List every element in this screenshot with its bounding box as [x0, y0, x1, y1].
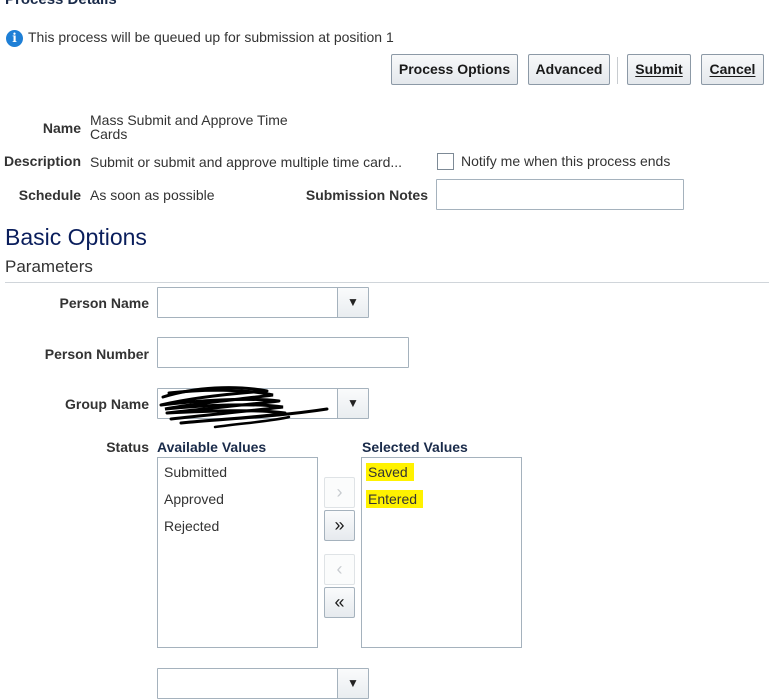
- list-item-rejected[interactable]: Rejected: [164, 518, 219, 534]
- description-value: Submit or submit and approve multiple ti…: [90, 154, 403, 170]
- next-parameter-combobox[interactable]: ▼: [157, 668, 369, 699]
- cancel-button[interactable]: Cancel: [701, 54, 764, 85]
- list-item-approved[interactable]: Approved: [164, 491, 224, 507]
- info-icon: i: [6, 30, 23, 47]
- list-item-entered[interactable]: Entered: [366, 490, 424, 508]
- chevron-right-icon[interactable]: ›: [324, 477, 355, 508]
- available-values-heading: Available Values: [157, 439, 267, 455]
- name-value: Mass Submit and Approve Time Cards: [90, 112, 288, 142]
- person-number-input[interactable]: [157, 337, 409, 368]
- selected-values-list[interactable]: Saved Entered: [361, 457, 522, 648]
- double-chevron-right-icon[interactable]: »: [324, 510, 355, 541]
- schedule-label: Schedule: [18, 187, 81, 203]
- submission-notes-label: Submission Notes: [305, 187, 428, 203]
- double-chevron-left-icon[interactable]: «: [324, 587, 355, 618]
- status-label: Status: [106, 439, 149, 455]
- description-label: Description: [3, 153, 81, 169]
- toolbar-divider: [617, 57, 618, 84]
- schedule-value: As soon as possible: [90, 187, 215, 203]
- person-name-label: Person Name: [59, 295, 149, 311]
- chevron-left-icon[interactable]: ‹: [324, 554, 355, 585]
- person-number-label: Person Number: [44, 346, 149, 362]
- triangle-down-icon[interactable]: ▼: [337, 389, 368, 418]
- notify-checkbox[interactable]: [437, 153, 454, 170]
- list-item-submitted[interactable]: Submitted: [164, 464, 227, 480]
- triangle-down-icon[interactable]: ▼: [337, 288, 368, 317]
- submission-notes-input[interactable]: [436, 179, 684, 210]
- notify-label: Notify me when this process ends: [461, 153, 671, 169]
- list-item-saved[interactable]: Saved: [366, 463, 414, 481]
- basic-options-heading: Basic Options: [5, 224, 147, 250]
- triangle-down-icon[interactable]: ▼: [337, 669, 368, 698]
- advanced-button[interactable]: Advanced: [528, 54, 610, 85]
- submit-button[interactable]: Submit: [627, 54, 691, 85]
- selected-values-heading: Selected Values: [362, 439, 468, 455]
- process-options-button[interactable]: Process Options: [391, 54, 518, 85]
- available-values-list[interactable]: Submitted Approved Rejected: [157, 457, 318, 648]
- redaction-scribble: [159, 386, 329, 429]
- section-divider: [5, 282, 769, 283]
- queue-info-message: This process will be queued up for submi…: [28, 29, 394, 45]
- page-title: Process Details: [5, 0, 117, 8]
- group-name-label: Group Name: [64, 396, 149, 412]
- name-label: Name: [42, 120, 81, 136]
- person-name-combobox[interactable]: ▼: [157, 287, 369, 318]
- parameters-heading: Parameters: [5, 257, 93, 276]
